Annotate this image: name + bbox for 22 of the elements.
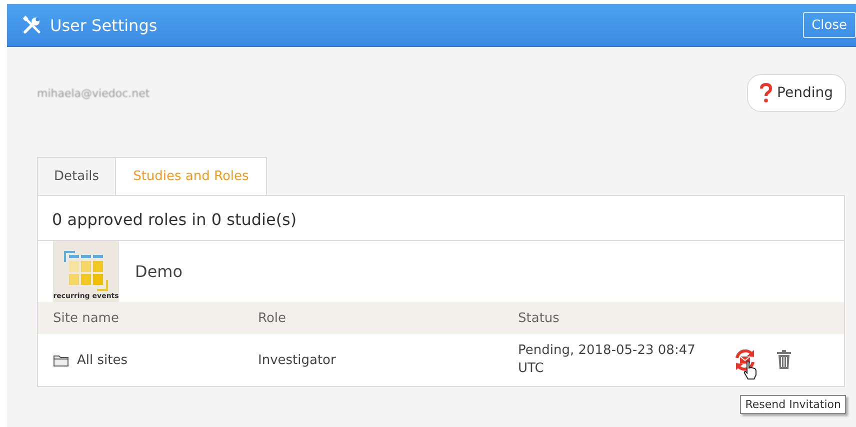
summary-text: 0 approved roles in 0 studie(s) bbox=[38, 196, 844, 241]
resend-mail-icon[interactable] bbox=[733, 348, 757, 372]
window-title: User Settings bbox=[50, 16, 158, 34]
column-header: Role bbox=[258, 310, 288, 326]
table-cell: All sites bbox=[77, 352, 128, 368]
column-header: Status bbox=[518, 310, 560, 326]
wrench-screwdriver-icon bbox=[22, 15, 42, 35]
table-cell-text: Pending, 2018-05-23 08:47 UTC bbox=[518, 342, 696, 378]
email-text: mihaela@viedoc.net bbox=[37, 86, 150, 100]
question-mark-icon bbox=[760, 83, 772, 103]
study-name: Demo bbox=[135, 262, 183, 281]
status-label: Pending bbox=[777, 85, 833, 101]
hand-cursor-icon bbox=[743, 360, 757, 380]
folder-icon bbox=[53, 354, 69, 366]
trash-icon[interactable] bbox=[776, 350, 792, 370]
tab[interactable]: Details bbox=[37, 157, 116, 195]
table-cell-text: Investigator bbox=[258, 352, 337, 368]
column-header: Site name bbox=[52, 310, 120, 326]
calendar-grid-icon bbox=[63, 250, 109, 292]
close-button[interactable]: Close bbox=[802, 12, 856, 38]
tooltip: Resend Invitation bbox=[740, 395, 846, 414]
tab[interactable]: Studies and Roles bbox=[116, 157, 267, 195]
